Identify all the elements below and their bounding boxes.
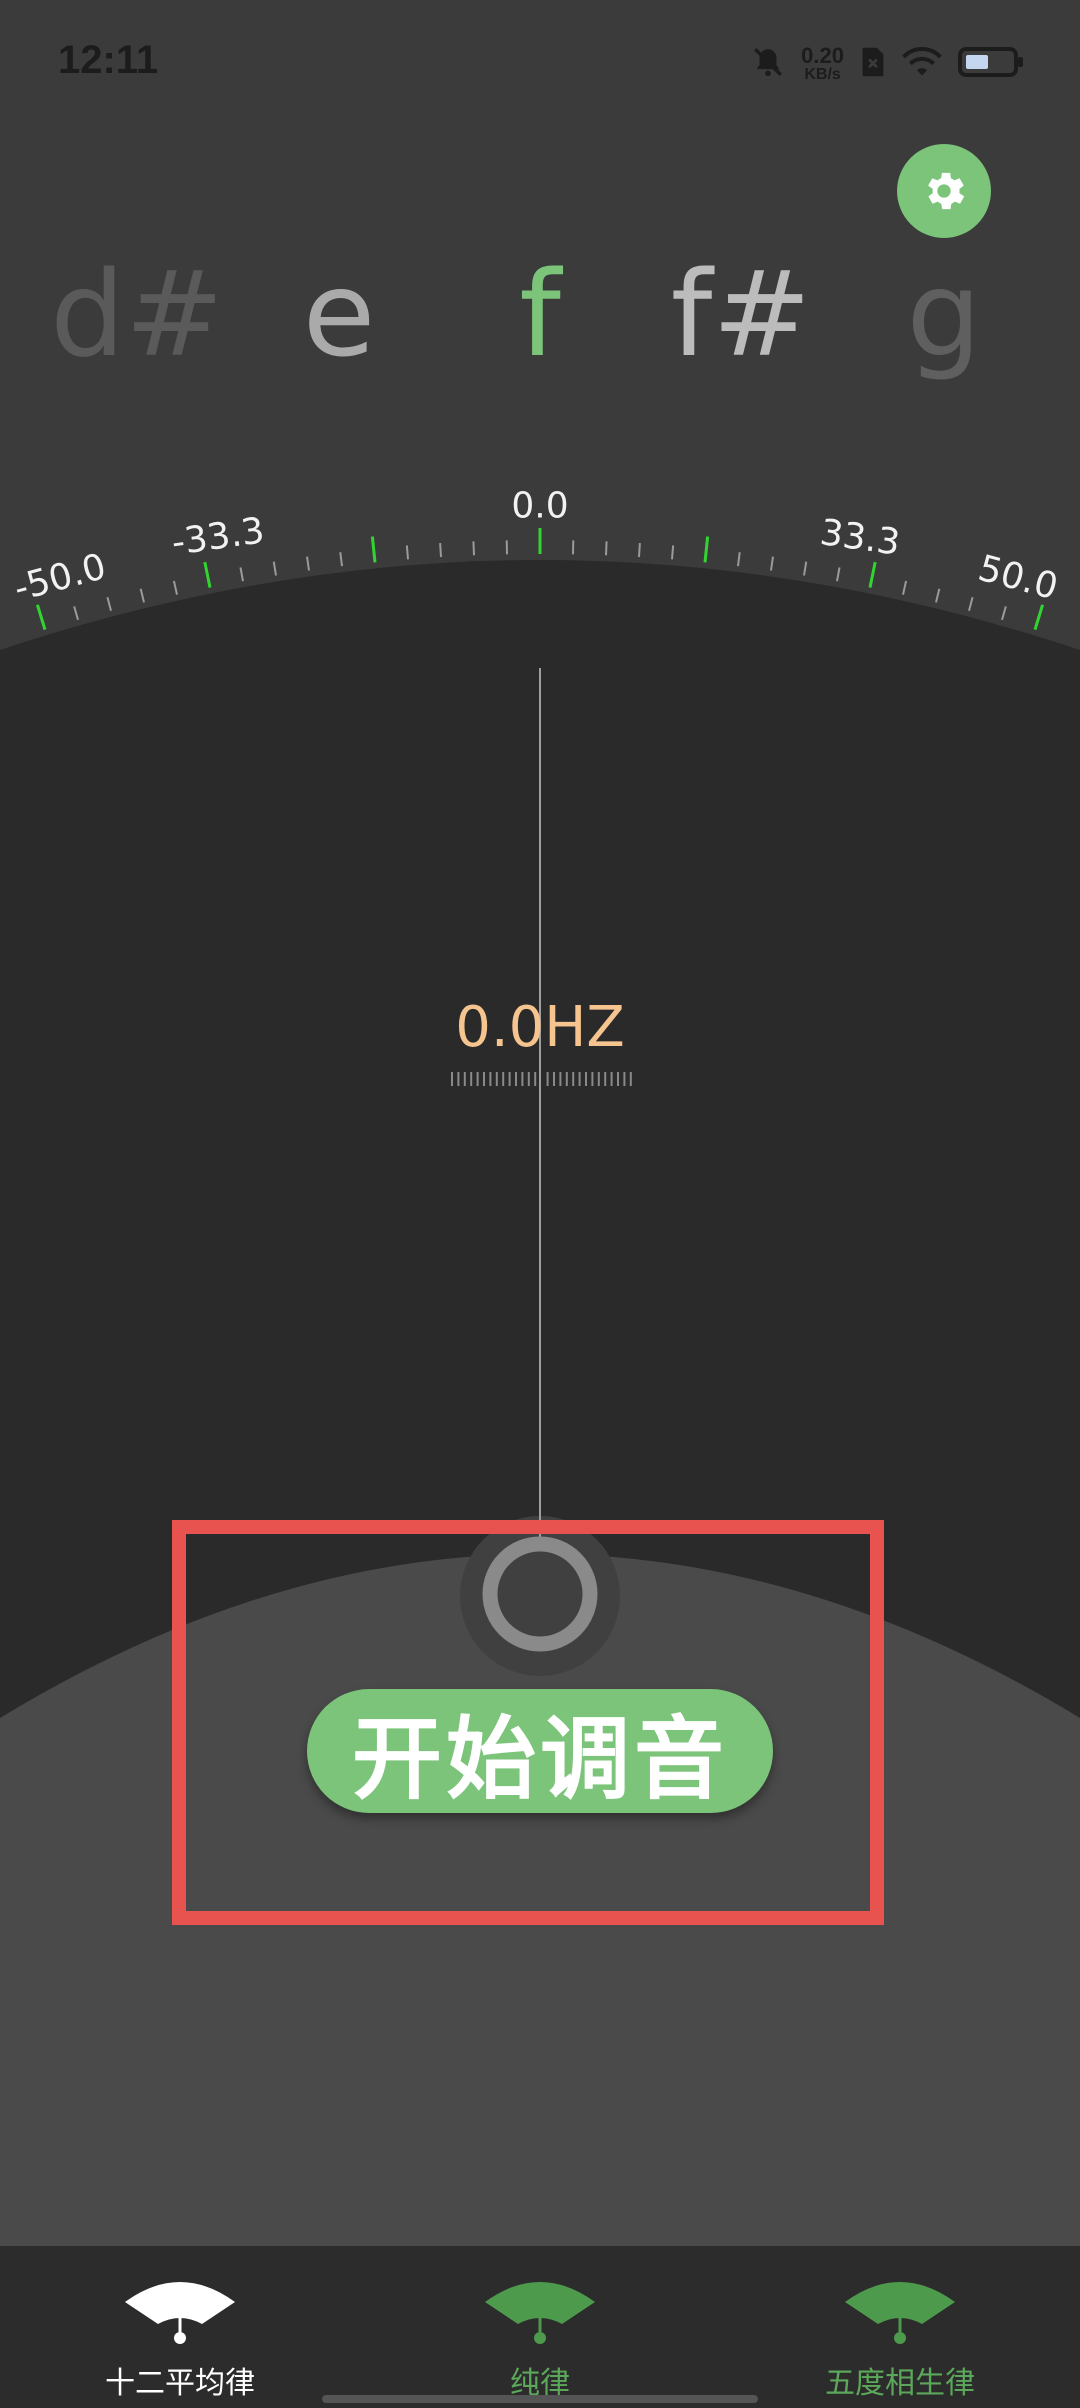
tuner-screen: 12:11 0.20 KB/s d# e f f# g -50.0 -33.3 …	[0, 0, 1080, 2408]
settings-button[interactable]	[897, 144, 991, 238]
start-tuning-button[interactable]: 开始调音	[307, 1689, 773, 1813]
gauge-major-tick	[868, 561, 877, 588]
gauge-minor-tick	[139, 588, 145, 603]
note-e: e	[302, 245, 376, 383]
gauge-major-tick	[1033, 604, 1045, 631]
gauge-major-tick	[703, 536, 710, 563]
gauge-minor-tick	[935, 588, 941, 603]
wifi-icon	[902, 45, 942, 83]
gauge-minor-tick	[239, 567, 244, 582]
battery-icon	[958, 45, 1024, 83]
gauge-icon	[125, 2282, 235, 2344]
gauge-major-tick	[35, 604, 47, 631]
tab-just-intonation[interactable]: 纯律	[360, 2246, 720, 2408]
gauge-minor-tick	[968, 597, 974, 612]
note-d-sharp: d#	[50, 245, 224, 383]
tab-label: 五度相生律	[825, 2366, 975, 2401]
network-speed: 0.20 KB/s	[801, 45, 844, 83]
note-f-sharp: f#	[670, 245, 812, 383]
gauge-minor-tick	[339, 552, 343, 567]
gauge-minor-tick	[638, 542, 641, 558]
frequency-readout: 0.0HZ	[455, 995, 625, 1060]
gauge-minor-tick	[439, 542, 442, 558]
gauge-minor-tick	[405, 545, 409, 560]
gauge-minor-tick	[803, 561, 808, 576]
gauge-minor-tick	[73, 606, 79, 621]
gauge-minor-tick	[605, 541, 608, 556]
gauge-minor-tick	[671, 545, 675, 560]
gauge-minor-tick	[272, 561, 277, 576]
gauge-minor-tick	[172, 580, 178, 595]
gauge-minor-tick	[472, 541, 475, 556]
status-bar: 12:11 0.20 KB/s	[0, 0, 1080, 120]
gauge-minor-tick	[836, 567, 841, 582]
gauge-minor-tick	[737, 552, 741, 567]
bottom-nav: 十二平均律 纯律 五度相生律	[0, 2246, 1080, 2408]
status-time: 12:11	[58, 38, 159, 82]
network-speed-value: 0.20	[801, 43, 844, 68]
tab-equal-temperament[interactable]: 十二平均律	[0, 2246, 360, 2408]
mute-bell-icon	[751, 45, 785, 83]
status-icons: 0.20 KB/s	[751, 36, 1024, 92]
gauge-icon	[485, 2282, 595, 2344]
cents-label-zero: 0.0	[511, 485, 569, 527]
gauge-major-tick	[370, 536, 377, 563]
gauge-minor-tick	[1001, 606, 1007, 621]
sim-card-icon	[860, 45, 886, 83]
note-f-current: f	[519, 245, 561, 383]
gear-icon	[928, 172, 965, 210]
gauge-minor-tick	[106, 597, 112, 612]
home-indicator	[322, 2395, 758, 2403]
gauge-minor-tick	[306, 556, 310, 571]
gauge-minor-tick	[770, 556, 774, 571]
gauge-major-tick	[203, 561, 212, 588]
tab-label: 十二平均律	[105, 2366, 255, 2401]
gauge-icon	[845, 2282, 955, 2344]
note-g: g	[906, 245, 982, 383]
gauge-minor-tick	[902, 580, 908, 595]
tab-pythagorean-tuning[interactable]: 五度相生律	[720, 2246, 1080, 2408]
network-speed-unit: KB/s	[804, 66, 841, 83]
